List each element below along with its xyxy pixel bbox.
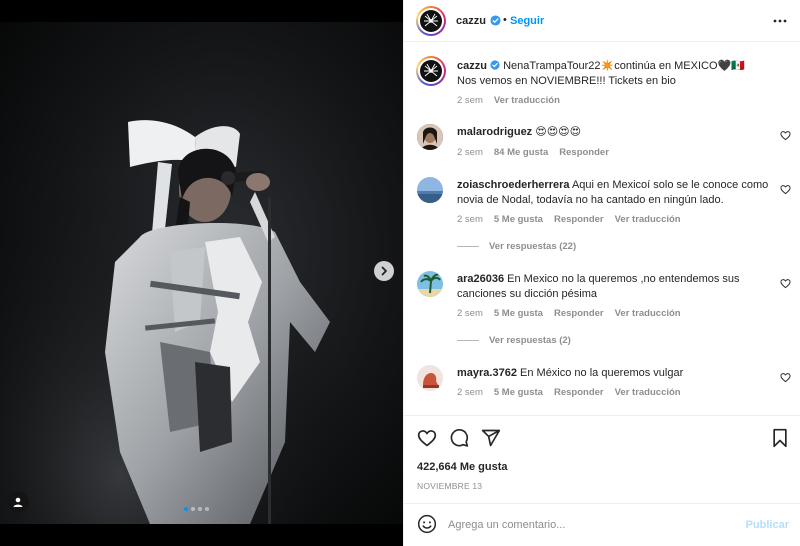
comment-avatar[interactable] [417, 271, 443, 297]
comment-body: mayra.3762 En México no la queremos vulg… [457, 366, 772, 381]
comment-likes[interactable]: 5 Me gusta [494, 387, 543, 398]
comment-username[interactable]: malarodriguez [457, 126, 532, 138]
replies-line [457, 246, 479, 247]
comment-username[interactable]: mayra.3762 [457, 367, 517, 379]
media-bottom-bar [0, 524, 403, 546]
author-username[interactable]: cazzu [456, 15, 486, 27]
spider-logo-icon [424, 13, 438, 27]
reply-button[interactable]: Responder [554, 214, 604, 225]
comment-likes[interactable]: 84 Me gusta [494, 147, 548, 158]
caption-avatar[interactable] [416, 56, 446, 86]
carousel-dot [198, 507, 202, 511]
post-details-panel: cazzu • Seguir cazzu NenaTrampaTour22✴️c… [403, 0, 800, 546]
post-actions: 422,664 Me gusta NOVIEMBRE 13 [404, 415, 800, 497]
caption-timestamp[interactable]: 2 sem [457, 95, 483, 106]
avatar-image [417, 177, 443, 203]
more-icon[interactable] [773, 14, 787, 28]
comment-meta: 2 sem 5 Me gusta Responder Ver traducció… [457, 308, 681, 319]
caption-text: NenaTrampaTour22✴️continúa en MEXICO🖤🇲🇽 [503, 60, 745, 72]
caption-meta: 2 sem Ver traducción [457, 95, 560, 106]
translate-link[interactable]: Ver traducción [615, 387, 681, 398]
carousel-dot [191, 507, 195, 511]
heart-outline-icon[interactable] [780, 278, 791, 289]
view-replies-button[interactable]: Ver respuestas (2) [457, 335, 571, 346]
emoji-icon[interactable] [417, 514, 437, 534]
separator-dot: • [503, 14, 507, 26]
heart-outline-icon[interactable] [780, 372, 791, 383]
comment-meta: 2 sem 5 Me gusta Responder Ver traducció… [457, 387, 681, 398]
post-date[interactable]: NOVIEMBRE 13 [417, 481, 482, 491]
avatar-image [417, 124, 443, 150]
comment-input[interactable] [448, 514, 728, 536]
comment-avatar[interactable] [417, 124, 443, 150]
comment-likes[interactable]: 5 Me gusta [494, 214, 543, 225]
follow-button[interactable]: Seguir [510, 15, 544, 27]
comment-body: malarodriguez 😍😍😍😍 [457, 125, 772, 140]
bookmark-icon[interactable] [771, 428, 789, 448]
heart-outline-icon[interactable] [780, 184, 791, 195]
carousel-dot [205, 507, 209, 511]
comment-username[interactable]: zoiaschroederherrera [457, 179, 570, 191]
view-replies-label: Ver respuestas (22) [489, 241, 577, 252]
likes-count[interactable]: 422,664 Me gusta [417, 461, 508, 473]
comment-body: zoiaschroederherrera Aqui en Mexicoí sol… [457, 178, 772, 208]
avatar-image [417, 365, 443, 391]
translate-link[interactable]: Ver traducción [615, 308, 681, 319]
chevron-right-icon [381, 266, 387, 276]
comment-avatar[interactable] [417, 365, 443, 391]
post-caption: cazzu NenaTrampaTour22✴️continúa en MEXI… [457, 59, 772, 89]
replies-line [457, 340, 479, 341]
comment-composer: Publicar [404, 503, 800, 546]
post-header: cazzu • Seguir [404, 0, 800, 42]
spider-logo-icon [424, 63, 438, 77]
carousel-dot [184, 507, 188, 511]
comment-meta: 2 sem 84 Me gusta Responder [457, 147, 609, 158]
post-photo [0, 22, 403, 524]
view-replies-button[interactable]: Ver respuestas (22) [457, 241, 576, 252]
tagged-users-button[interactable] [7, 491, 29, 513]
translate-link[interactable]: Ver traducción [615, 214, 681, 225]
verified-badge-icon [490, 60, 500, 70]
avatar-image [417, 271, 443, 297]
publish-button[interactable]: Publicar [746, 519, 789, 531]
comment-meta: 2 sem 5 Me gusta Responder Ver traducció… [457, 214, 681, 225]
comment-timestamp[interactable]: 2 sem [457, 387, 483, 398]
caption-translate-link[interactable]: Ver traducción [494, 95, 560, 106]
reply-button[interactable]: Responder [554, 387, 604, 398]
share-icon[interactable] [481, 428, 501, 448]
reply-button[interactable]: Responder [559, 147, 609, 158]
verified-badge-icon [490, 15, 501, 26]
comment-timestamp[interactable]: 2 sem [457, 308, 483, 319]
comment-icon[interactable] [449, 428, 469, 448]
comment-timestamp[interactable]: 2 sem [457, 147, 483, 158]
comments-list: cazzu NenaTrampaTour22✴️continúa en MEXI… [404, 43, 800, 415]
like-heart-icon[interactable] [417, 428, 437, 448]
media-top-bar [0, 0, 403, 22]
comment-body: ara26036 En Mexico no la queremos ,no en… [457, 272, 772, 302]
carousel-next-button[interactable] [374, 261, 394, 281]
comment-username[interactable]: ara26036 [457, 273, 504, 285]
post-media [0, 0, 403, 546]
user-tag-icon [13, 497, 23, 507]
comment-avatar[interactable] [417, 177, 443, 203]
reply-button[interactable]: Responder [554, 308, 604, 319]
author-avatar[interactable] [416, 6, 446, 36]
heart-outline-icon[interactable] [780, 130, 791, 141]
comment-likes[interactable]: 5 Me gusta [494, 308, 543, 319]
caption-username[interactable]: cazzu [457, 60, 487, 72]
view-replies-label: Ver respuestas (2) [489, 335, 571, 346]
caption-text-line2: Nos vemos en NOVIEMBRE!!! Tickets en bio [457, 75, 676, 87]
comment-timestamp[interactable]: 2 sem [457, 214, 483, 225]
comment-text: 😍😍😍😍 [535, 126, 582, 138]
carousel-indicator [184, 507, 209, 511]
comment-text: En México no la queremos vulgar [520, 367, 684, 379]
